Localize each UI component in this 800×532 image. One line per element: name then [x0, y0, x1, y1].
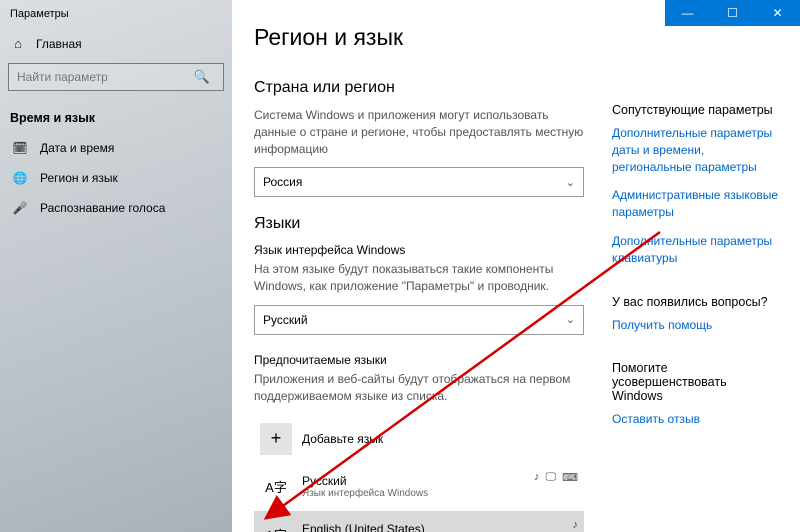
improve-header: Помогите усовершенствовать Windows	[612, 361, 780, 403]
nav-item-region-language[interactable]: 🌐 Регион и язык	[0, 163, 232, 193]
link-keyboard-settings[interactable]: Дополнительные параметры клавиатуры	[612, 233, 780, 267]
nav-section-header: Время и язык	[0, 101, 232, 133]
region-select-value: Россия	[263, 175, 302, 189]
nav-item-label: Распознавание голоса	[40, 201, 165, 215]
search-icon: 🔍	[194, 69, 210, 85]
languages-header: Языки	[254, 215, 584, 233]
related-settings-header: Сопутствующие параметры	[612, 103, 780, 117]
globe-icon: 🌐	[12, 171, 28, 185]
nav-item-label: Дата и время	[40, 141, 114, 155]
feature-display-icon: 🖵	[546, 471, 557, 484]
plus-icon: +	[260, 423, 292, 455]
feature-text-to-speech-icon: ♪	[573, 519, 579, 531]
display-language-select[interactable]: Русский ⌄	[254, 305, 584, 335]
feature-text-to-speech-icon: ♪	[534, 471, 540, 484]
microphone-icon: 🎤	[12, 201, 28, 215]
home-icon: ⌂	[10, 36, 26, 51]
add-language-label: Добавьте язык	[302, 432, 383, 446]
preferred-languages-subheader: Предпочитаемые языки	[254, 353, 584, 367]
calendar-icon: 🗓	[12, 141, 28, 155]
sidebar: Параметры ⌂ Главная 🔍 Время и язык 🗓 Дат…	[0, 0, 232, 532]
link-date-time-regional[interactable]: Дополнительные параметры даты и времени,…	[612, 125, 780, 175]
feature-speech-icon: ⌨	[562, 471, 578, 484]
language-name: Русский	[302, 474, 428, 488]
language-item-russian[interactable]: A字 Русский Язык интерфейса Windows ♪ 🖵 ⌨	[254, 463, 584, 511]
add-language-row[interactable]: + Добавьте язык	[254, 415, 584, 463]
region-description: Система Windows и приложения могут испол…	[254, 107, 584, 157]
chevron-down-icon: ⌄	[566, 313, 575, 326]
app-title: Параметры	[0, 6, 232, 30]
language-name: English (United States)	[302, 522, 430, 532]
language-glyph-icon: A字	[260, 519, 292, 532]
display-language-subheader: Язык интерфейса Windows	[254, 243, 584, 257]
link-feedback[interactable]: Оставить отзыв	[612, 411, 780, 428]
language-subtext: Язык интерфейса Windows	[302, 488, 428, 499]
page-title: Регион и язык	[254, 24, 780, 51]
nav-home[interactable]: ⌂ Главная	[0, 30, 232, 57]
link-admin-language[interactable]: Административные языковые параметры	[612, 187, 780, 221]
nav-home-label: Главная	[36, 37, 82, 51]
link-get-help[interactable]: Получить помощь	[612, 317, 780, 334]
display-language-value: Русский	[263, 313, 308, 327]
region-select[interactable]: Россия ⌄	[254, 167, 584, 197]
questions-header: У вас появились вопросы?	[612, 295, 780, 309]
display-language-description: На этом языке будут показываться такие к…	[254, 261, 584, 295]
nav-item-date-time[interactable]: 🗓 Дата и время	[0, 133, 232, 163]
chevron-down-icon: ⌄	[566, 176, 575, 189]
nav-item-label: Регион и язык	[40, 171, 118, 185]
nav-item-speech[interactable]: 🎤 Распознавание голоса	[0, 193, 232, 223]
language-item-english-us[interactable]: A字 English (United States) Установлен яз…	[254, 511, 584, 532]
language-glyph-icon: A字	[260, 471, 292, 503]
search-input[interactable]	[8, 63, 224, 91]
content-area: Регион и язык Страна или регион Система …	[232, 0, 800, 532]
preferred-languages-description: Приложения и веб-сайты будут отображатьс…	[254, 371, 584, 405]
region-header: Страна или регион	[254, 79, 584, 97]
